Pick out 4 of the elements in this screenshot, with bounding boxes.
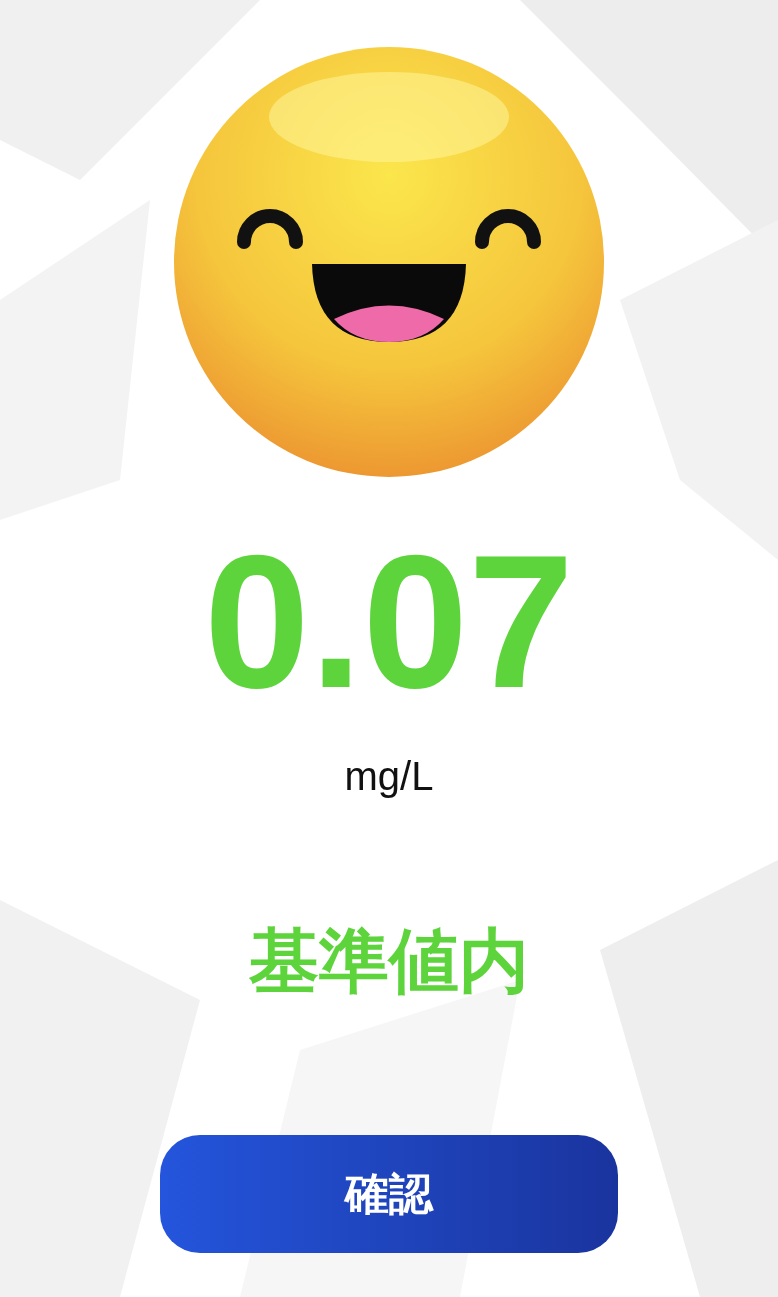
- reading-unit: mg/L: [344, 756, 434, 796]
- reading-value: 0.07: [204, 526, 574, 716]
- status-label: 基準値内: [249, 926, 529, 996]
- confirm-button[interactable]: 確認: [160, 1135, 618, 1253]
